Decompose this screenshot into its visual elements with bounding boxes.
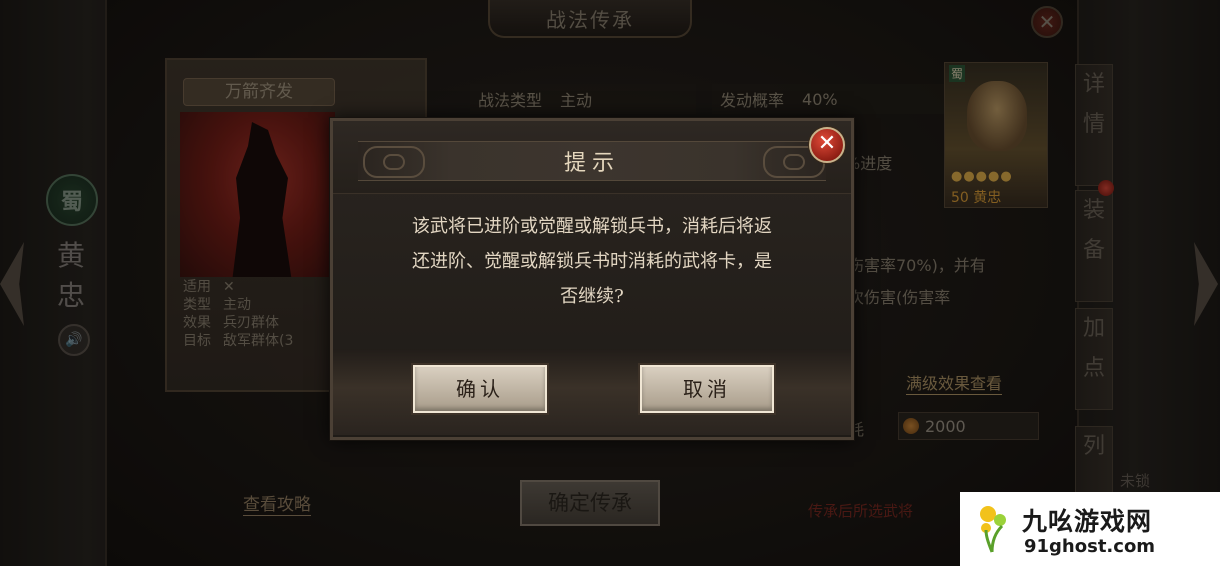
dialog-header: 提示 bbox=[333, 121, 851, 194]
confirm-button[interactable]: 确认 bbox=[413, 365, 547, 413]
watermark-cn: 九吆游戏网 bbox=[1022, 507, 1153, 536]
site-watermark: 九吆游戏网 91ghost.com bbox=[960, 492, 1220, 566]
close-icon[interactable]: ✕ bbox=[809, 127, 845, 163]
dialog-title: 提示 bbox=[563, 151, 620, 176]
cancel-button[interactable]: 取消 bbox=[640, 365, 774, 413]
confirm-dialog: 提示 ✕ 该武将已进阶或觉醒或解锁兵书，消耗后将返 还进阶、觉醒或解锁兵书时消耗… bbox=[330, 118, 854, 440]
dialog-message: 该武将已进阶或觉醒或解锁兵书，消耗后将返 还进阶、觉醒或解锁兵书时消耗的武将卡，… bbox=[412, 216, 772, 307]
dandelion-logo-icon bbox=[980, 506, 1006, 553]
watermark-en: 91ghost.com bbox=[1024, 536, 1156, 557]
